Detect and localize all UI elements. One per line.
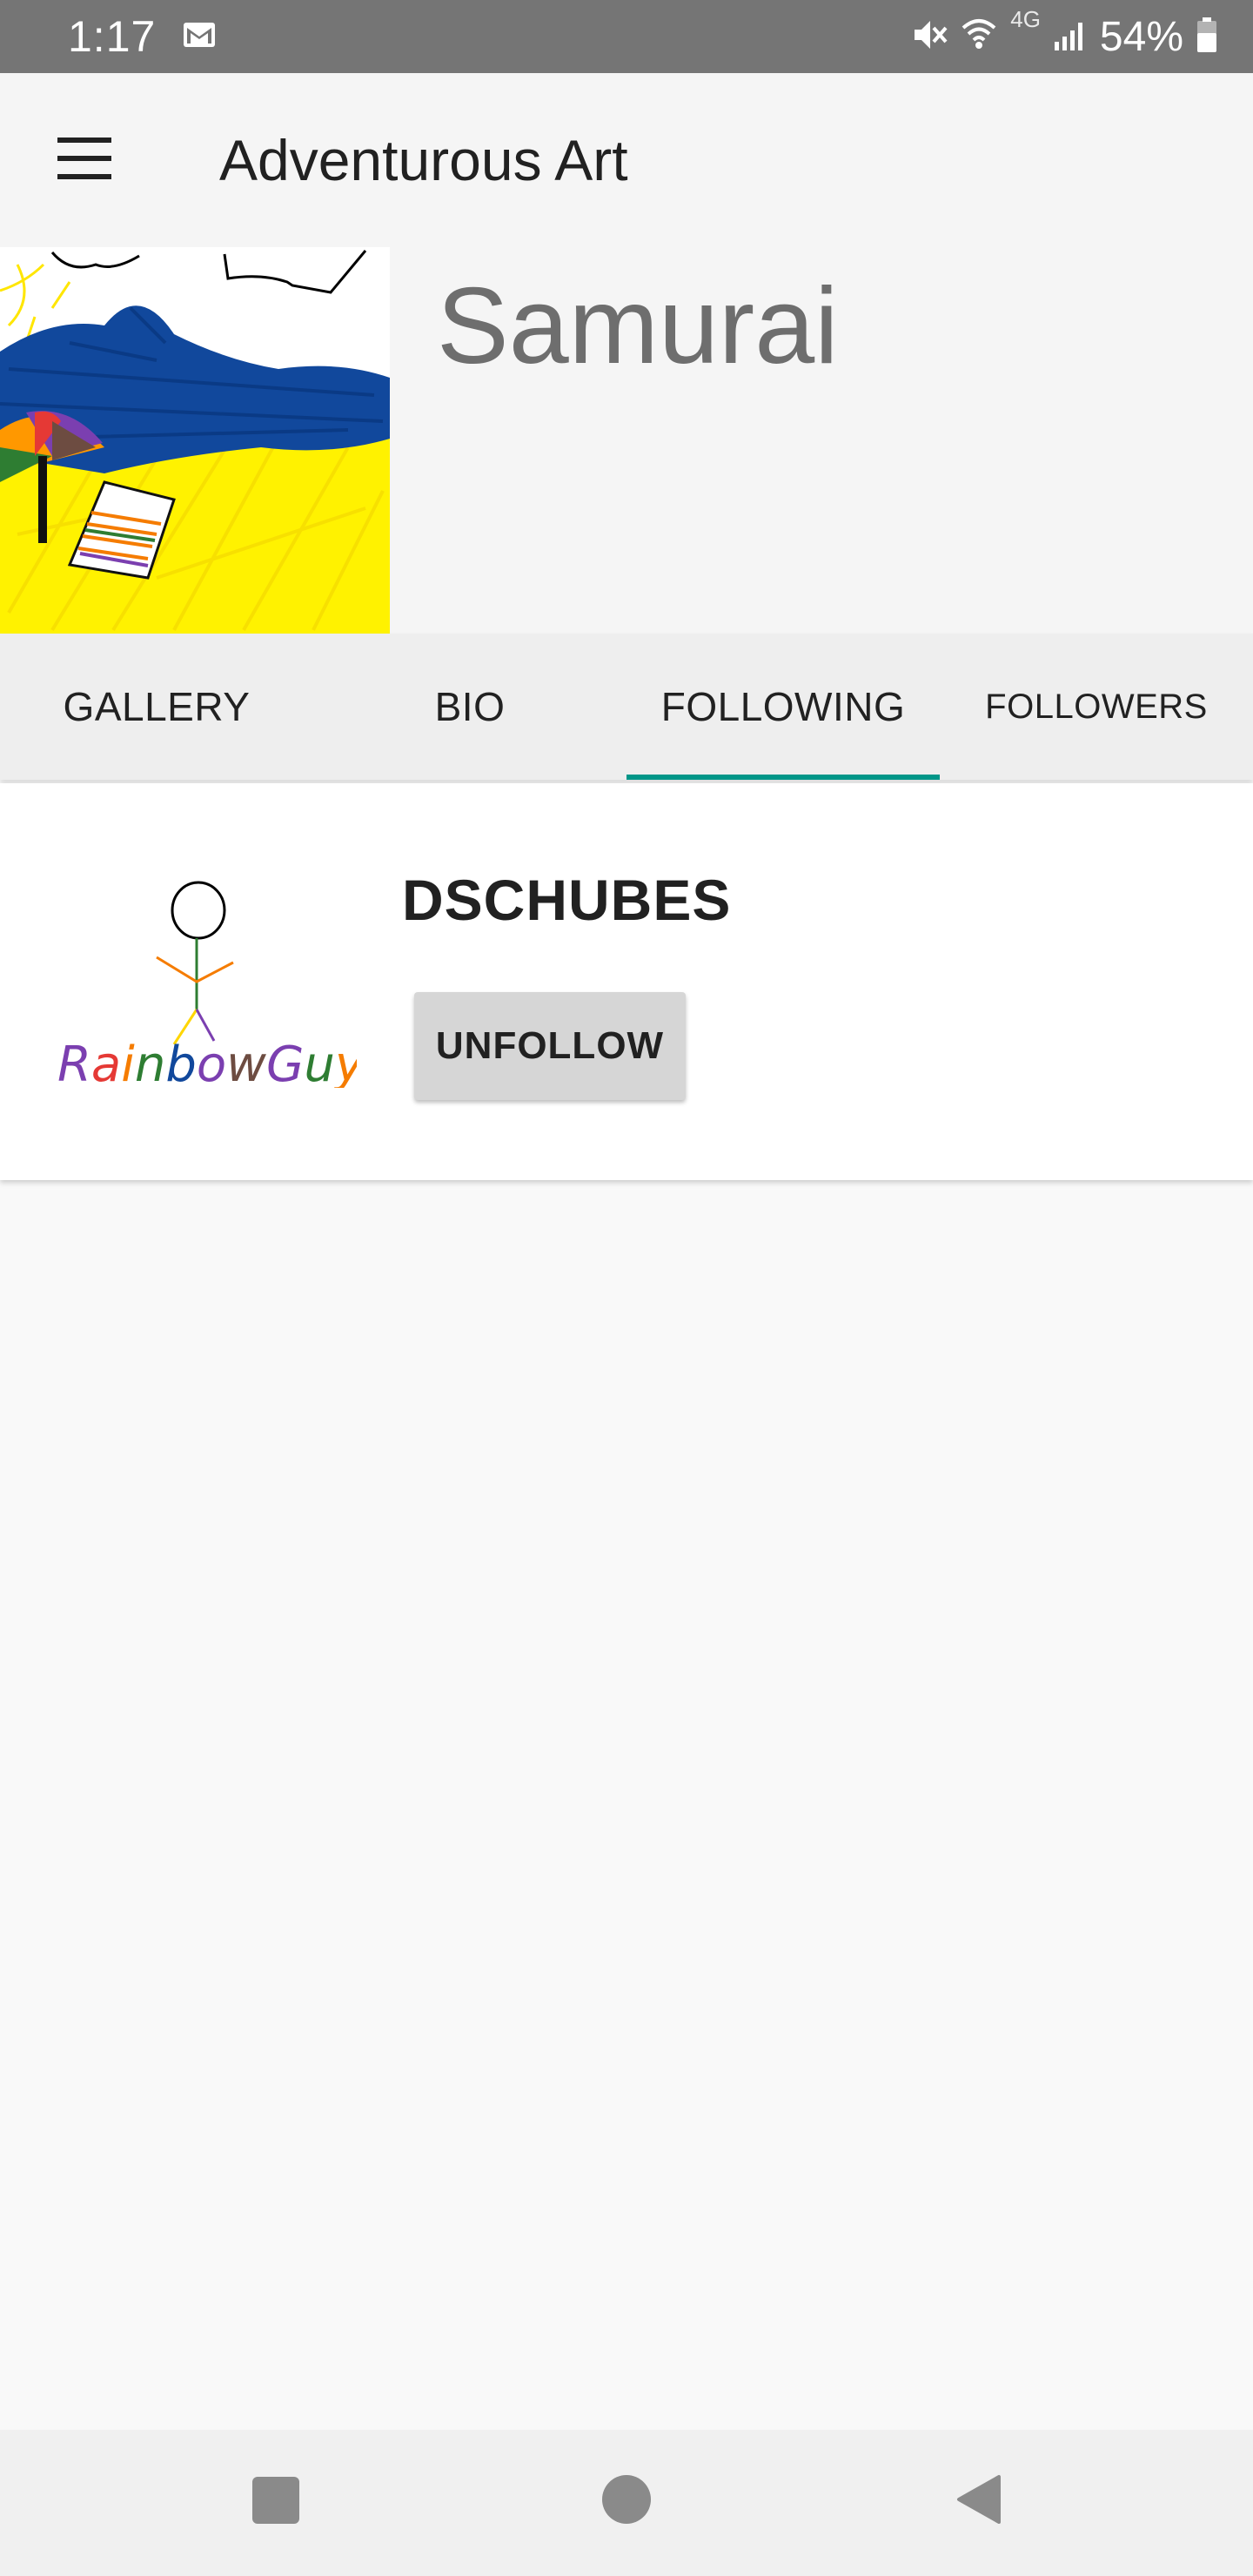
followed-username[interactable]: DSCHUBES	[402, 867, 731, 933]
wifi-icon	[960, 16, 998, 58]
battery-icon	[1196, 16, 1218, 58]
user-avatar-drawing: RainbowGuy	[44, 879, 365, 1093]
svg-text:RainbowGuy: RainbowGuy	[57, 1036, 357, 1088]
mail-icon	[182, 21, 217, 53]
app-title: Adventurous Art	[219, 128, 628, 192]
recents-icon[interactable]	[252, 2477, 299, 2524]
unfollow-button[interactable]: UNFOLLOW	[414, 992, 686, 1100]
hamburger-menu-icon[interactable]	[52, 131, 122, 186]
tab-bar: GALLERY BIO FOLLOWING FOLLOWERS	[0, 634, 1253, 780]
profile-drawing	[0, 247, 390, 634]
back-icon[interactable]	[954, 2473, 1002, 2526]
profile-header: Samurai	[0, 247, 1253, 634]
profile-name: Samurai	[437, 266, 839, 386]
app-bar: Adventurous Art	[0, 73, 1253, 247]
status-time: 1:17	[68, 12, 157, 61]
system-nav-bar	[0, 2430, 1253, 2576]
tab-following[interactable]: FOLLOWING	[626, 634, 940, 780]
mute-icon	[909, 16, 948, 58]
signal-icon	[1053, 17, 1088, 57]
status-bar: 1:17 4G 54%	[0, 0, 1253, 73]
tab-bio[interactable]: BIO	[313, 634, 626, 780]
battery-percent: 54%	[1099, 13, 1183, 60]
following-card: RainbowGuy DSCHUBES UNFOLLOW	[0, 783, 1253, 1180]
tab-gallery[interactable]: GALLERY	[0, 634, 313, 780]
home-icon[interactable]	[602, 2475, 651, 2524]
network-type: 4G	[1010, 5, 1041, 32]
tab-followers[interactable]: FOLLOWERS	[940, 634, 1253, 780]
